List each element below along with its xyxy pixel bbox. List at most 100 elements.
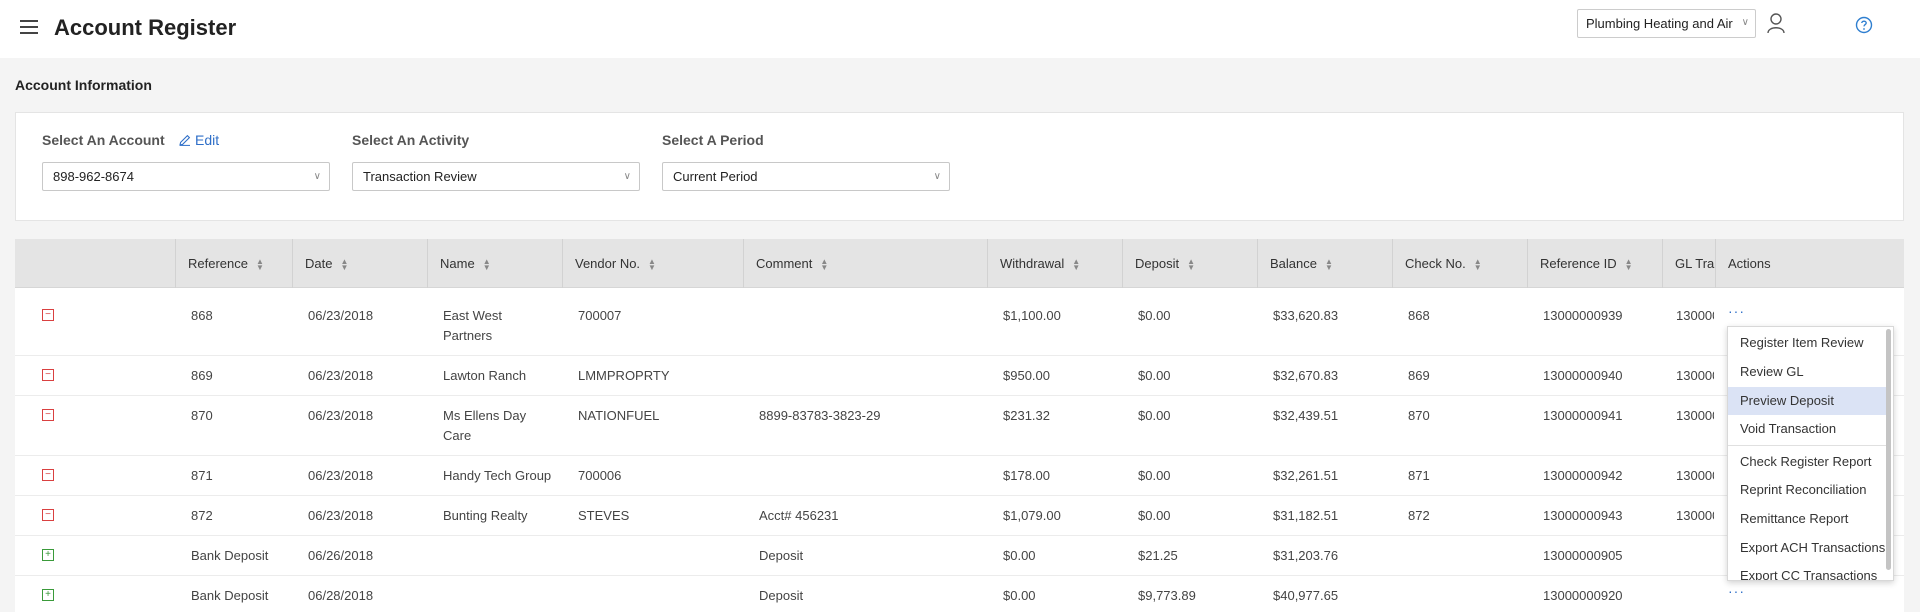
sort-icon: ▲ ▼ [1324, 256, 1333, 272]
cell-gl: 130000 [1676, 368, 1714, 383]
menu-item-export-cc-transactions[interactable]: Export CC Transactions [1728, 562, 1888, 580]
collapse-icon[interactable]: − [42, 469, 54, 481]
menu-item-check-register-report[interactable]: Check Register Report [1728, 448, 1888, 476]
cell-date: 06/23/2018 [308, 408, 374, 423]
menu-item-register-item-review[interactable]: Register Item Review [1728, 329, 1888, 357]
chevron-down-icon: ∨ [933, 171, 941, 182]
cell-comment: Deposit [759, 548, 804, 563]
menu-item-preview-deposit[interactable]: Preview Deposit [1728, 387, 1888, 415]
cell-check-no: 868 [1408, 308, 1430, 323]
menu-item-void-transaction[interactable]: Void Transaction [1728, 415, 1888, 443]
menu-icon[interactable] [20, 20, 38, 36]
account-select[interactable]: 898-962-8674 ∨ [42, 162, 330, 191]
period-select[interactable]: Current Period ∨ [662, 162, 950, 191]
cell-reference-id: 13000000905 [1543, 548, 1623, 563]
menu-scrollbar[interactable] [1886, 329, 1891, 570]
cell-withdrawal: $1,100.00 [1003, 308, 1061, 323]
table-row[interactable]: + Bank Deposit 06/26/2018 Deposit $0.00 … [15, 536, 1904, 576]
cell-gl: 130000 [1676, 508, 1714, 523]
cell-balance: $32,261.51 [1273, 468, 1339, 483]
cell-reference: 872 [191, 508, 213, 523]
actions-menu: Register Item Review Review GL Preview D… [1727, 326, 1894, 581]
activity-label: Select An Activity [352, 132, 470, 148]
table-row[interactable]: − 872 06/23/2018 Bunting Realty STEVES A… [15, 496, 1904, 536]
column-header-gl[interactable]: GL Tra [1662, 239, 1715, 288]
cell-name: Handy Tech Group [443, 468, 552, 483]
cell-vendor: NATIONFUEL [578, 408, 660, 423]
column-header-withdrawal[interactable]: Withdrawal ▲ ▼ [987, 239, 1122, 288]
collapse-icon[interactable]: − [42, 409, 54, 421]
cell-reference-id: 13000000920 [1543, 588, 1623, 603]
company-select-value: Plumbing Heating and Air [1586, 16, 1733, 31]
cell-deposit: $9,773.89 [1138, 588, 1196, 603]
account-label: Select An Account [42, 132, 165, 148]
cell-balance: $33,620.83 [1273, 308, 1339, 323]
company-select[interactable]: Plumbing Heating and Air ∨ [1577, 9, 1756, 38]
collapse-icon[interactable]: − [42, 309, 54, 321]
expand-icon[interactable]: + [42, 549, 54, 561]
cell-vendor: 700007 [578, 308, 622, 323]
column-header-reference-id[interactable]: Reference ID ▲ ▼ [1527, 239, 1662, 288]
cell-check-no: 870 [1408, 408, 1430, 423]
column-header-vendor-no[interactable]: Vendor No. ▲ ▼ [562, 239, 743, 288]
collapse-icon[interactable]: − [42, 509, 54, 521]
sort-icon: ▲ ▼ [1624, 256, 1633, 272]
table-row[interactable]: − 869 06/23/2018 Lawton Ranch LMMPROPRTY… [15, 356, 1904, 396]
cell-name: Lawton Ranch [443, 368, 527, 383]
account-info-card: Select An Account Edit 898-962-8674 ∨ Se… [15, 112, 1904, 221]
sort-icon: ▲ ▼ [1072, 256, 1081, 272]
column-header-deposit[interactable]: Deposit ▲ ▼ [1122, 239, 1257, 288]
menu-item-export-ach-transactions[interactable]: Export ACH Transactions [1728, 534, 1888, 562]
menu-divider [1728, 445, 1888, 446]
more-actions-icon[interactable]: ··· [1728, 583, 1745, 599]
cell-date: 06/26/2018 [308, 548, 374, 563]
table-row[interactable]: − 871 06/23/2018 Handy Tech Group 700006… [15, 456, 1904, 496]
top-bar: Account Register Plumbing Heating and Ai… [0, 0, 1920, 58]
table-row[interactable]: − 868 06/23/2018 East West Partners 70000… [15, 296, 1904, 356]
cell-name: Ms Ellens Day Care [443, 408, 527, 443]
cell-date: 06/23/2018 [308, 308, 374, 323]
activity-select[interactable]: Transaction Review ∨ [352, 162, 640, 191]
cell-comment: 8899-83783-3823-29 [759, 408, 881, 423]
cell-comment: Acct# 456231 [759, 508, 839, 523]
cell-vendor: LMMPROPRTY [578, 368, 670, 383]
account-select-value: 898-962-8674 [53, 169, 134, 184]
period-select-value: Current Period [673, 169, 758, 184]
edit-label: Edit [195, 132, 220, 148]
cell-withdrawal: $0.00 [1003, 548, 1036, 563]
cell-date: 06/23/2018 [308, 508, 374, 523]
table-row[interactable]: − 870 06/23/2018 Ms Ellens Day Care NATIO… [15, 396, 1904, 456]
page-title: Account Register [54, 15, 237, 40]
cell-gl: 130000 [1676, 408, 1714, 423]
cell-comment: Deposit [759, 588, 804, 603]
expand-icon[interactable]: + [42, 589, 54, 601]
cell-vendor: STEVES [578, 508, 630, 523]
cell-reference-id: 13000000942 [1543, 468, 1623, 483]
more-actions-icon[interactable]: ··· [1728, 303, 1745, 319]
column-header-balance[interactable]: Balance ▲ ▼ [1257, 239, 1392, 288]
user-icon[interactable] [1766, 12, 1786, 34]
column-header-date[interactable]: Date ▲ ▼ [292, 239, 427, 288]
table-row[interactable]: + Bank Deposit 06/28/2018 Deposit $0.00 … [15, 576, 1904, 612]
cell-reference-id: 13000000940 [1543, 368, 1623, 383]
cell-balance: $31,182.51 [1273, 508, 1339, 523]
column-header-comment[interactable]: Comment ▲ ▼ [743, 239, 987, 288]
cell-withdrawal: $231.32 [1003, 408, 1050, 423]
cell-withdrawal: $1,079.00 [1003, 508, 1061, 523]
cell-check-no: 872 [1408, 508, 1430, 523]
cell-deposit: $0.00 [1138, 408, 1171, 423]
cell-deposit: $0.00 [1138, 468, 1171, 483]
cell-gl: 130000 [1676, 468, 1714, 483]
column-header-check-no[interactable]: Check No. ▲ ▼ [1392, 239, 1527, 288]
collapse-icon[interactable]: − [42, 369, 54, 381]
column-header-reference[interactable]: Reference ▲ ▼ [175, 239, 292, 288]
menu-item-reprint-reconciliation[interactable]: Reprint Reconciliation [1728, 476, 1888, 504]
column-header-name[interactable]: Name ▲ ▼ [427, 239, 562, 288]
section-title: Account Information [15, 77, 152, 93]
edit-link[interactable]: Edit [179, 132, 219, 148]
help-icon[interactable] [1855, 16, 1873, 34]
menu-item-remittance-report[interactable]: Remittance Report [1728, 505, 1888, 533]
sort-icon: ▲ ▼ [820, 256, 829, 272]
menu-item-review-gl[interactable]: Review GL [1728, 358, 1888, 386]
register-table: Reference ▲ ▼ Date ▲ ▼ Name ▲ ▼ Vendor No. ▲ ▼ C… [15, 239, 1904, 612]
